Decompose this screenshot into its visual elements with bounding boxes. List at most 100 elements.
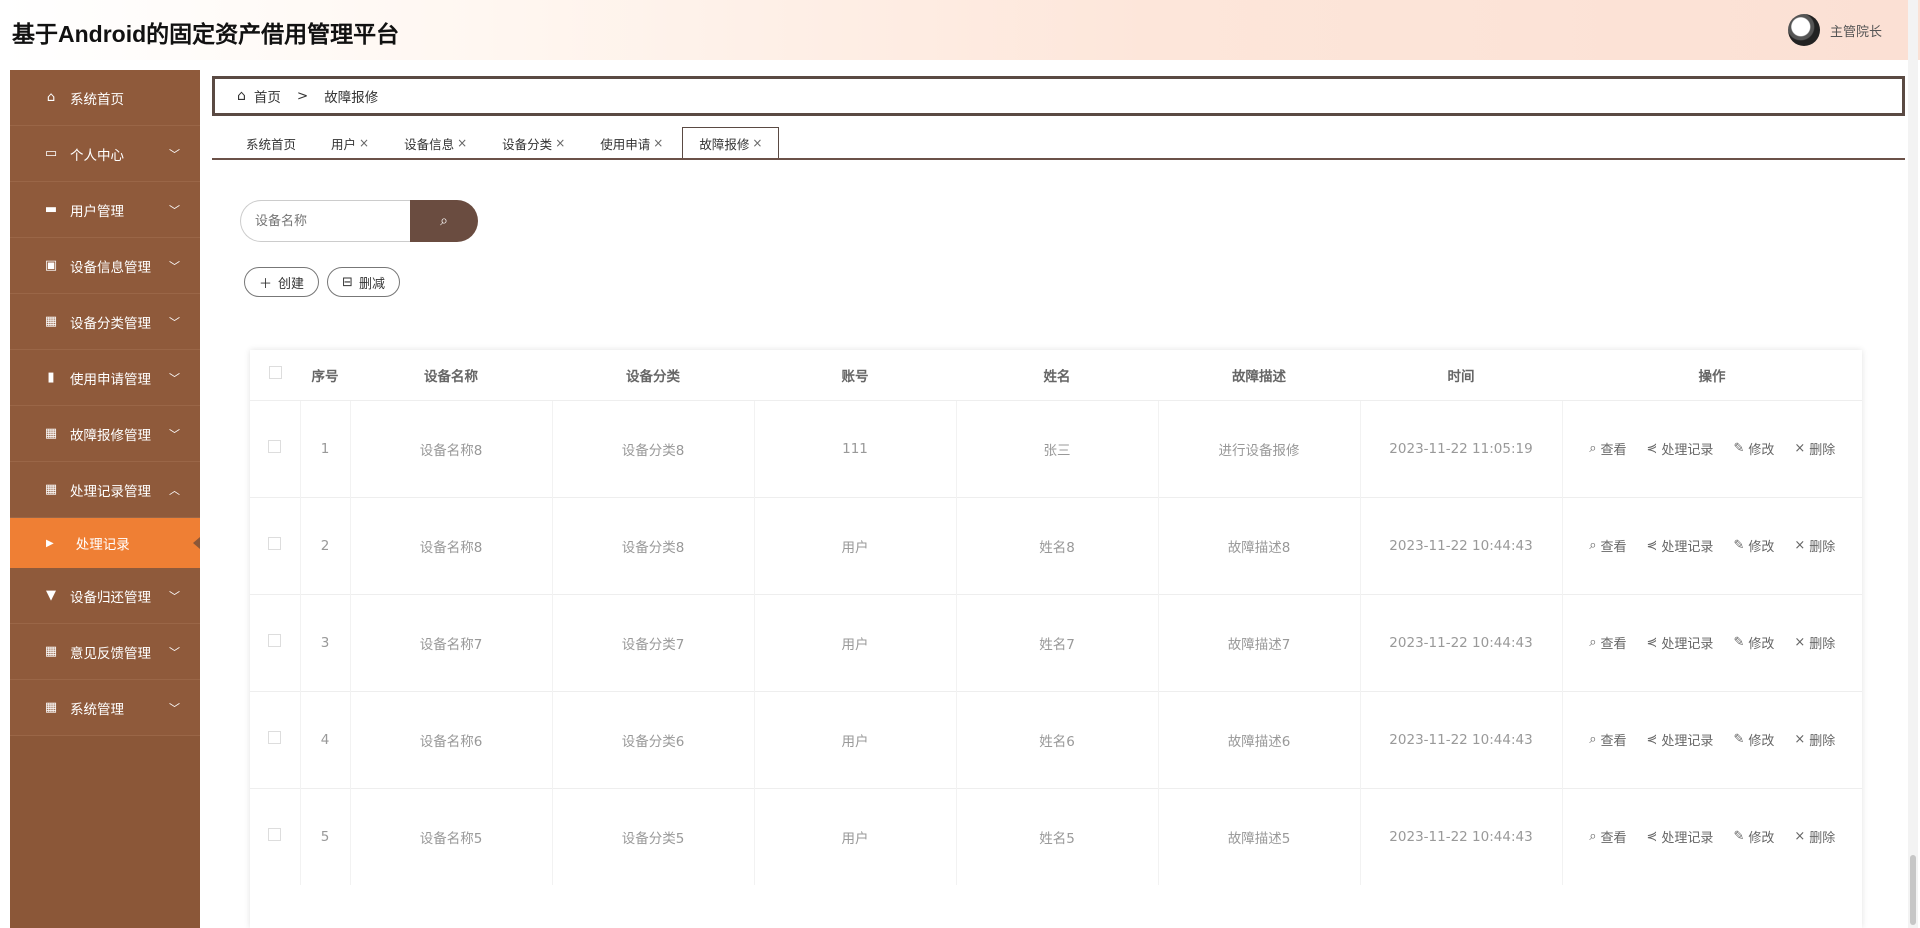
chevron-down-icon: ﹀ [169,427,180,441]
create-button[interactable]: ＋ 创建 [244,267,320,297]
sidebar-item-label: 设备分类管理 [70,315,151,332]
cell-account: 用户 [753,787,956,885]
delete-button[interactable]: × 删除 [1794,439,1835,458]
avatar[interactable] [1787,14,1820,46]
delete-button[interactable]: × 删除 [1794,536,1835,555]
user-menu[interactable]: 主管院长 [1787,14,1882,46]
tab-device-category[interactable]: 设备分类 × [486,128,581,158]
row-select[interactable] [250,690,300,788]
checkbox[interactable] [268,731,282,744]
share-icon: ⋞ [1646,635,1658,650]
tab-home[interactable]: 系统首页 [230,128,312,158]
edit-button[interactable]: ✎ 修改 [1733,439,1774,458]
caret-right-icon: ▶ [46,537,54,549]
edit-label: 修改 [1748,831,1775,847]
tab-label: 故障报修 [699,136,750,152]
cell-time: 2023-11-22 10:44:43 [1359,690,1562,788]
view-label: 查看 [1600,734,1627,749]
breadcrumb-home[interactable]: 首页 [254,86,281,106]
checkbox[interactable] [268,828,282,842]
sidebar-item-label: 设备信息管理 [70,259,151,276]
chevron-up-icon: ︿ [169,483,180,497]
tab-usage-request[interactable]: 使用申请 × [584,128,679,158]
home-icon: ⌂ [46,90,56,105]
process-record-button[interactable]: ⋞ 处理记录 [1647,439,1714,458]
edit-button[interactable]: ✎ 修改 [1733,536,1774,555]
sidebar-item-label: 使用申请管理 [70,371,151,388]
view-button[interactable]: ⌕ 查看 [1589,633,1626,652]
process-record-button[interactable]: ⋞ 处理记录 [1647,827,1714,846]
tab-label: 使用申请 [600,136,651,152]
chevron-down-icon: ﹀ [169,147,180,161]
delete-button[interactable]: × 删除 [1794,633,1835,652]
checkbox[interactable] [268,634,282,647]
delete-button[interactable]: × 删除 [1794,827,1835,846]
view-button[interactable]: ⌕ 查看 [1589,827,1626,846]
sidebar: ⌂ 系统首页 ▭ 个人中心 ﹀ ▬ 用户管理 ﹀ ▣ 设备信息管理 ﹀ ▦ 设备… [10,70,200,928]
sidebar-item-usage-request[interactable]: ▮ 使用申请管理 ﹀ [10,350,200,406]
process-record-button[interactable]: ⋞ 处理记录 [1647,633,1714,652]
home-icon[interactable]: ⌂ [237,88,246,104]
sidebar-subitem-process-record[interactable]: ▶ 处理记录 [10,518,200,568]
close-icon[interactable]: × [752,136,762,150]
cell-name: 姓名8 [955,496,1158,594]
close-icon[interactable]: × [555,136,565,150]
search-button[interactable]: ⌕ [410,200,478,242]
tab-fault-repair[interactable]: 故障报修 × [682,127,780,158]
cell-name: 姓名7 [955,593,1158,691]
scrollbar-thumb[interactable] [1910,855,1916,925]
edit-button[interactable]: ✎ 修改 [1733,633,1774,652]
sidebar-item-users[interactable]: ▬ 用户管理 ﹀ [10,182,200,238]
row-select[interactable] [250,593,300,691]
tab-device-info[interactable]: 设备信息 × [388,128,483,158]
row-select[interactable] [250,399,300,497]
sidebar-item-home[interactable]: ⌂ 系统首页 [10,70,200,126]
checkbox[interactable] [268,537,282,550]
sidebar-item-device-info[interactable]: ▣ 设备信息管理 ﹀ [10,238,200,294]
tab-user[interactable]: 用户 × [315,128,385,158]
sidebar-item-fault-repair[interactable]: ▦ 故障报修管理 ﹀ [10,406,200,462]
bar-chart-icon: ▮ [47,370,55,385]
cell-name: 张三 [955,399,1158,497]
chevron-down-icon: ﹀ [169,645,180,659]
close-icon[interactable]: × [653,136,663,150]
sidebar-item-process-record[interactable]: ▦ 处理记录管理 ︿ [10,462,200,518]
share-icon: ⋞ [1646,829,1658,845]
sidebar-item-feedback[interactable]: ▦ 意见反馈管理 ﹀ [10,624,200,680]
cell-time: 2023-11-22 10:44:43 [1359,593,1562,691]
table-row: 3 设备名称7 设备分类7 用户 姓名7 故障描述7 2023-11-22 10:44:43… [250,593,1862,691]
page-scrollbar[interactable] [1908,0,1918,928]
edit-button[interactable]: ✎ 修改 [1733,827,1774,846]
row-select[interactable] [250,496,300,594]
data-table: 序号 设备名称 设备分类 账号 姓名 故障描述 时间 操作 1 设备名称8 设备分类… [250,350,1862,885]
view-button[interactable]: ⌕ 查看 [1589,536,1626,555]
close-icon[interactable]: × [359,136,369,150]
view-button[interactable]: ⌕ 查看 [1589,730,1626,749]
edit-button[interactable]: ✎ 修改 [1733,730,1774,749]
delete-batch-button[interactable]: ⊟ 删减 [327,267,400,297]
sidebar-item-personal[interactable]: ▭ 个人中心 ﹀ [10,126,200,182]
cell-desc: 故障描述7 [1157,593,1360,691]
close-icon[interactable]: × [457,136,467,150]
header-select-all[interactable] [250,350,300,400]
process-label: 处理记录 [1661,831,1714,847]
sidebar-item-system[interactable]: ▦ 系统管理 ﹀ [10,680,200,736]
checkbox[interactable] [268,366,282,380]
checkbox[interactable] [268,440,282,453]
chevron-down-icon: ﹀ [169,371,180,385]
sidebar-item-device-return[interactable]: ▼ 设备归还管理 ﹀ [10,568,200,624]
cell-no: 3 [299,593,350,691]
sidebar-item-device-category[interactable]: ▦ 设备分类管理 ﹀ [10,294,200,350]
edit-label: 修改 [1748,443,1775,458]
breadcrumb-separator: > [296,88,309,104]
process-record-button[interactable]: ⋞ 处理记录 [1647,730,1714,749]
process-record-button[interactable]: ⋞ 处理记录 [1647,536,1714,555]
delete-button[interactable]: × 删除 [1794,730,1835,749]
search-input[interactable] [240,200,410,242]
row-select[interactable] [250,787,300,885]
view-button[interactable]: ⌕ 查看 [1589,439,1626,458]
cell-category: 设备分类5 [551,787,754,885]
row-actions: ⌕ 查看 ⋞ 处理记录 ✎ 修改 × 删除 [1561,593,1862,691]
pencil-icon: ✎ [1733,732,1745,747]
user-name[interactable]: 主管院长 [1830,21,1882,40]
